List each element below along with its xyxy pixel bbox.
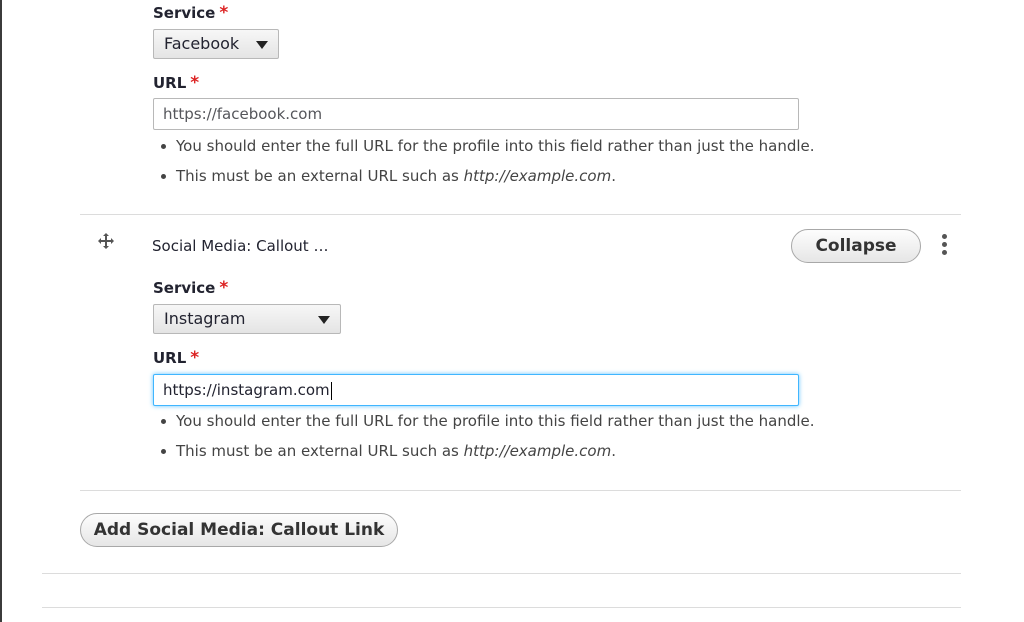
service-field-label: Service * [153, 278, 229, 298]
text-cursor [330, 381, 332, 400]
service-select[interactable]: Facebook [153, 29, 279, 59]
divider [42, 573, 961, 574]
item-title: Social Media: Callout … [152, 237, 329, 255]
url-field-label: URL * [153, 348, 200, 368]
required-marker: * [190, 73, 200, 93]
required-marker: * [219, 3, 229, 23]
chevron-down-icon [318, 316, 330, 324]
more-vertical-icon[interactable] [938, 234, 950, 258]
example-url: http://example.com [463, 167, 612, 185]
url-description-1: You should enter the full URL for the pr… [161, 412, 815, 430]
collapse-button[interactable]: Collapse [791, 229, 921, 263]
url-description-1: You should enter the full URL for the pr… [161, 137, 815, 155]
divider [80, 214, 961, 215]
bullet-icon [161, 449, 166, 454]
bullet-icon [161, 144, 166, 149]
required-marker: * [219, 278, 229, 298]
service-select-value: Instagram [164, 309, 246, 328]
required-marker: * [190, 348, 200, 368]
example-url: http://example.com [463, 442, 612, 460]
url-input-value: https://facebook.com [163, 105, 323, 123]
url-description-2: This must be an external URL such as htt… [161, 442, 616, 460]
url-input[interactable]: https://facebook.com [153, 98, 799, 130]
url-input-value: https://instagram.com [163, 381, 330, 399]
url-description-2: This must be an external URL such as htt… [161, 167, 616, 185]
bullet-icon [161, 174, 166, 179]
add-callout-link-button[interactable]: Add Social Media: Callout Link [80, 513, 398, 547]
bullet-icon [161, 419, 166, 424]
url-input[interactable]: https://instagram.com [153, 374, 799, 406]
url-field-label: URL * [153, 73, 200, 93]
service-select[interactable]: Instagram [153, 304, 341, 334]
window-edge [0, 0, 2, 622]
divider [80, 490, 961, 491]
drag-handle-icon[interactable] [98, 233, 114, 249]
service-field-label: Service * [153, 3, 229, 23]
service-select-value: Facebook [164, 34, 240, 53]
chevron-down-icon [256, 41, 268, 49]
divider [42, 607, 961, 608]
